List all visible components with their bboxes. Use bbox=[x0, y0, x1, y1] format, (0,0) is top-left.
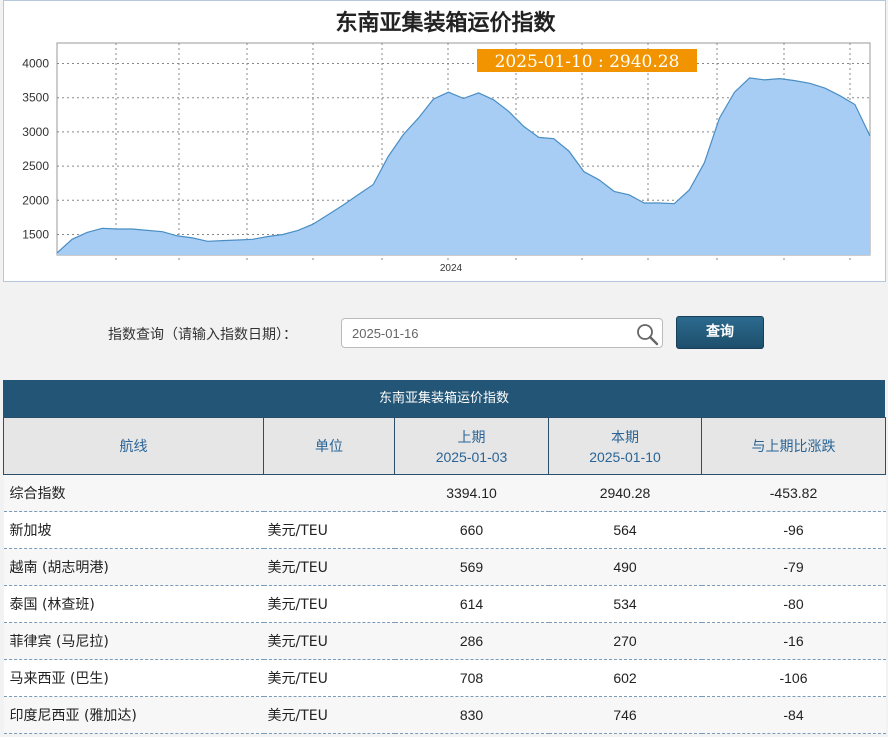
table-row: 印度尼西亚 (雅加达) 美元/TEU 830 746 -84 bbox=[3, 696, 886, 734]
row-curr: 490 bbox=[548, 548, 702, 586]
row-unit: 美元/TEU bbox=[263, 585, 395, 623]
chart-title: 东南亚集装箱运价指数 bbox=[335, 10, 556, 36]
row-change: -453.82 bbox=[701, 474, 886, 512]
row-unit bbox=[263, 474, 395, 512]
row-change: -106 bbox=[701, 659, 886, 697]
row-route: 越南 (胡志明港) bbox=[3, 548, 264, 586]
header-curr-date: 2025-01-10 bbox=[589, 449, 661, 465]
row-unit: 美元/TEU bbox=[263, 659, 395, 697]
row-prev: 660 bbox=[394, 511, 549, 549]
query-label: 指数查询（请输入指数日期）： bbox=[108, 327, 297, 343]
row-route: 印度尼西亚 (雅加达) bbox=[3, 696, 264, 734]
table-row: 泰国 (林查班) 美元/TEU 614 534 -80 bbox=[3, 585, 886, 623]
table-row: 马来西亚 (巴生) 美元/TEU 708 602 -106 bbox=[3, 659, 886, 697]
query-bar: 指数查询（请输入指数日期）： 查询 bbox=[0, 316, 888, 350]
row-prev: 614 bbox=[394, 585, 549, 623]
header-curr: 本期 2025-01-10 bbox=[548, 417, 702, 475]
row-curr: 564 bbox=[548, 511, 702, 549]
table-caption: 东南亚集装箱运价指数 bbox=[3, 380, 885, 417]
chart-panel: 1500 2000 2500 3000 3500 4000 2024 2025-01-10 :… bbox=[3, 0, 886, 282]
header-curr-label: 本期 bbox=[611, 430, 639, 446]
row-prev: 3394.10 bbox=[394, 474, 549, 512]
row-unit: 美元/TEU bbox=[263, 548, 395, 586]
row-curr: 2940.28 bbox=[548, 474, 702, 512]
row-route: 菲律宾 (马尼拉) bbox=[3, 622, 264, 660]
x-tick-label: 2024 bbox=[440, 263, 463, 274]
table-row: 越南 (胡志明港) 美元/TEU 569 490 -79 bbox=[3, 548, 886, 586]
row-route: 泰国 (林查班) bbox=[3, 585, 264, 623]
header-prev-date: 2025-01-03 bbox=[435, 449, 508, 465]
row-change: -96 bbox=[701, 511, 886, 549]
header-unit: 单位 bbox=[263, 417, 395, 475]
index-table-panel: 东南亚集装箱运价指数 航线 单位 上期 2025-01-03 本期 2025-0… bbox=[3, 380, 886, 734]
row-prev: 286 bbox=[394, 622, 549, 660]
header-prev: 上期 2025-01-03 bbox=[394, 417, 549, 475]
y-tick-label: 1500 bbox=[22, 227, 49, 241]
header-change: 与上期比涨跌 bbox=[701, 417, 886, 475]
row-change: -16 bbox=[701, 622, 886, 660]
header-route: 航线 bbox=[3, 417, 264, 475]
y-tick-label: 3500 bbox=[22, 91, 49, 105]
y-tick-label: 3000 bbox=[22, 125, 49, 139]
row-unit: 美元/TEU bbox=[263, 696, 395, 734]
date-input[interactable] bbox=[341, 318, 663, 348]
row-prev: 708 bbox=[394, 659, 549, 697]
row-prev: 830 bbox=[394, 696, 549, 734]
index-chart[interactable]: 1500 2000 2500 3000 3500 4000 2024 2025-01-10 :… bbox=[4, 1, 887, 283]
row-curr: 746 bbox=[548, 696, 702, 734]
row-route: 综合指数 bbox=[3, 474, 264, 512]
row-route: 马来西亚 (巴生) bbox=[3, 659, 264, 697]
tooltip-text: 2025-01-10 : 2940.28 bbox=[495, 52, 680, 72]
row-curr: 270 bbox=[548, 622, 702, 660]
row-curr: 534 bbox=[548, 585, 702, 623]
table-header-row: 航线 单位 上期 2025-01-03 本期 2025-01-10 与上期比涨跌 bbox=[3, 417, 886, 475]
row-change: -79 bbox=[701, 548, 886, 586]
y-tick-label: 4000 bbox=[22, 57, 49, 71]
header-prev-label: 上期 bbox=[457, 430, 486, 446]
y-tick-label: 2500 bbox=[22, 159, 49, 173]
query-button[interactable]: 查询 bbox=[676, 316, 764, 349]
row-curr: 602 bbox=[548, 659, 702, 697]
search-icon[interactable] bbox=[635, 322, 659, 346]
row-unit: 美元/TEU bbox=[263, 511, 395, 549]
row-change: -80 bbox=[701, 585, 886, 623]
y-tick-label: 2000 bbox=[22, 193, 49, 207]
row-route: 新加坡 bbox=[3, 511, 264, 549]
row-change: -84 bbox=[701, 696, 886, 734]
table-row: 新加坡 美元/TEU 660 564 -96 bbox=[3, 511, 886, 549]
table-row: 综合指数 3394.10 2940.28 -453.82 bbox=[3, 474, 886, 512]
row-prev: 569 bbox=[394, 548, 549, 586]
row-unit: 美元/TEU bbox=[263, 622, 395, 660]
table-row: 菲律宾 (马尼拉) 美元/TEU 286 270 -16 bbox=[3, 622, 886, 660]
index-table: 航线 单位 上期 2025-01-03 本期 2025-01-10 与上期比涨跌… bbox=[3, 417, 886, 734]
